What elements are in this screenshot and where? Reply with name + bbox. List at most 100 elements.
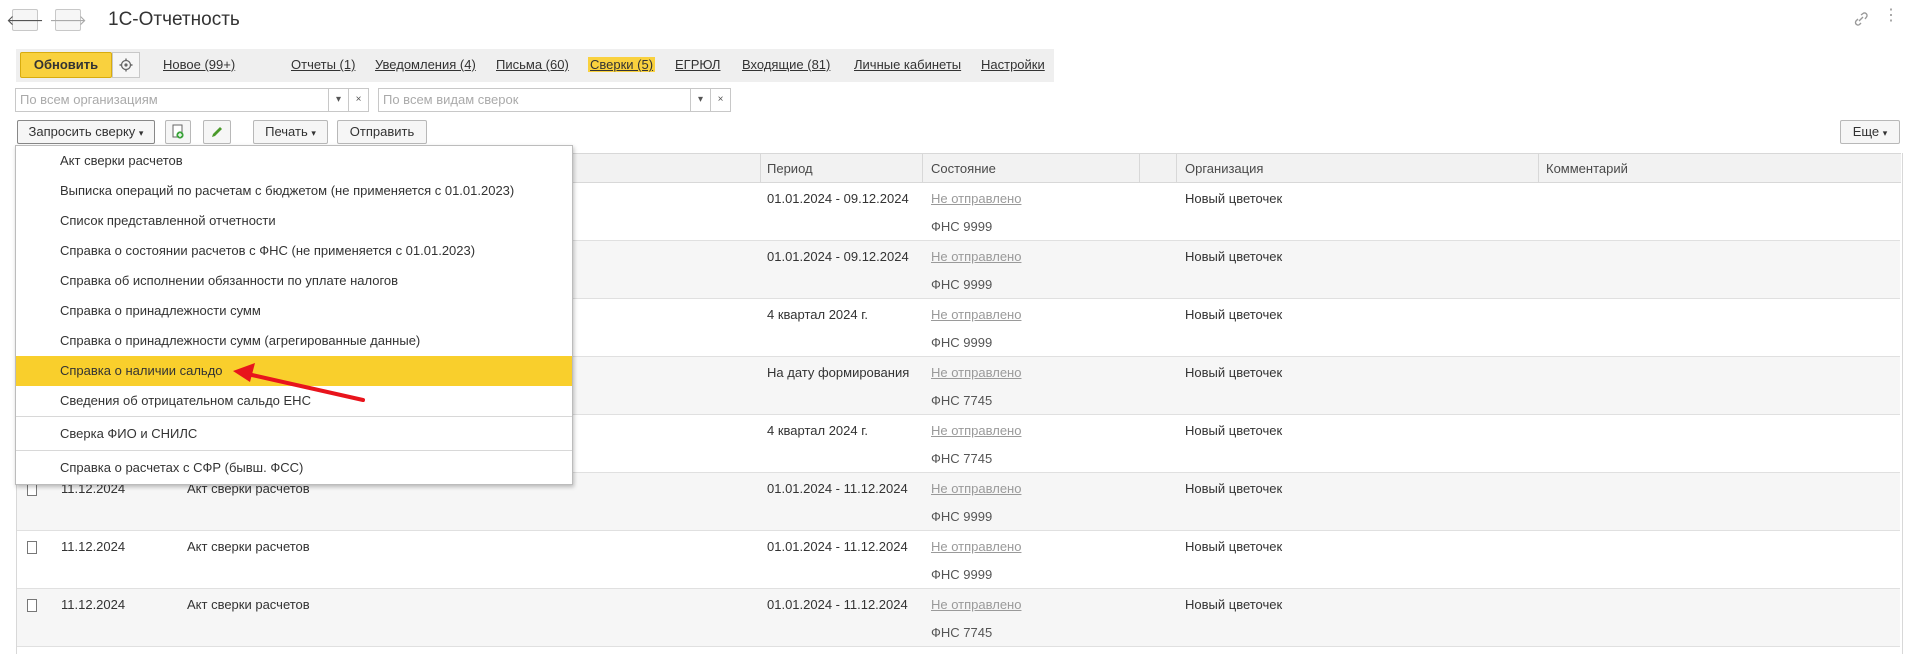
tab-letters[interactable]: Письма (60) [496, 57, 569, 72]
tab-reconciliations[interactable]: Сверки (5) [588, 57, 656, 72]
gear-icon [119, 58, 133, 72]
chevron-down-icon: ▾ [697, 94, 704, 105]
organization-filter-dropdown[interactable]: ▾ [328, 88, 349, 112]
tab-new[interactable]: Новое (99+) [163, 57, 235, 72]
menu-divider [16, 416, 572, 417]
cell-authority: ФНС 9999 [931, 567, 993, 582]
cell-period: 4 квартал 2024 г. [767, 423, 868, 438]
request-reconciliation-button[interactable]: Запросить сверку ▾ [17, 120, 155, 144]
cell-status-link[interactable]: Не отправлено [931, 249, 1021, 264]
chevron-down-icon: ▾ [335, 94, 342, 105]
update-button[interactable]: Обновить [20, 52, 112, 78]
column-divider [922, 153, 923, 183]
column-header-organization[interactable]: Организация [1185, 161, 1263, 176]
tab-notifications[interactable]: Уведомления (4) [375, 57, 476, 72]
cell-organization: Новый цветочек [1185, 191, 1283, 206]
send-button[interactable]: Отправить [337, 120, 427, 144]
cell-authority: ФНС 7745 [931, 625, 993, 640]
cell-period: 01.01.2024 - 11.12.2024 [767, 481, 908, 496]
cell-organization: Новый цветочек [1185, 597, 1283, 612]
window-title: 1С-Отчетность [108, 9, 240, 30]
edit-button[interactable] [203, 120, 231, 144]
cell-authority: ФНС 9999 [931, 219, 993, 234]
tab-egrul[interactable]: ЕГРЮЛ [675, 57, 720, 72]
arrow-right-icon: 🡒 [49, 11, 87, 28]
reconciliation-type-clear[interactable]: × [710, 88, 731, 112]
cell-document: Акт сверки расчетов [187, 539, 310, 554]
menu-item[interactable]: Сверка ФИО и СНИЛС [16, 419, 572, 449]
cell-status-link[interactable]: Не отправлено [931, 191, 1021, 206]
menu-item[interactable]: Выписка операций по расчетам с бюджетом … [16, 176, 572, 206]
more-button[interactable]: Еще ▾ [1840, 120, 1900, 144]
cell-period: 01.01.2024 - 11.12.2024 [767, 597, 908, 612]
cell-authority: ФНС 7745 [931, 393, 993, 408]
cell-authority: ФНС 7745 [931, 451, 993, 466]
column-divider [1176, 153, 1177, 183]
column-header-status[interactable]: Состояние [931, 161, 996, 176]
cell-authority: ФНС 9999 [931, 509, 993, 524]
column-header-period[interactable]: Период [767, 161, 813, 176]
cell-document: Акт сверки расчетов [187, 597, 310, 612]
cell-organization: Новый цветочек [1185, 423, 1283, 438]
column-divider [1538, 153, 1539, 183]
cell-period: 4 квартал 2024 г. [767, 307, 868, 322]
settings-button[interactable] [112, 52, 140, 78]
cell-date: 11.12.2024 [61, 539, 126, 554]
chevron-down-icon: ▾ [138, 128, 144, 138]
cell-period: 01.01.2024 - 09.12.2024 [767, 191, 909, 206]
link-icon[interactable] [1852, 10, 1870, 31]
menu-item[interactable]: Справка о состоянии расчетов с ФНС (не п… [16, 236, 572, 266]
column-header-comment[interactable]: Комментарий [1546, 161, 1628, 176]
menu-item[interactable]: Акт сверки расчетов [16, 146, 572, 176]
reconciliation-type-filter[interactable]: По всем видам сверок [378, 88, 692, 112]
cell-period: 01.01.2024 - 09.12.2024 [767, 249, 909, 264]
annotation-arrow-icon [233, 363, 365, 402]
menu-item[interactable]: Список представленной отчетности [16, 206, 572, 236]
tab-reports[interactable]: Отчеты (1) [291, 57, 355, 72]
cell-status-link[interactable]: Не отправлено [931, 423, 1021, 438]
back-button[interactable]: 🡐 [6, 9, 44, 31]
more-vertical-icon[interactable]: ⋮ [1883, 8, 1899, 24]
cell-period: 01.01.2024 - 11.12.2024 [767, 539, 908, 554]
cell-authority: ФНС 9999 [931, 335, 993, 350]
cell-status-link[interactable]: Не отправлено [931, 307, 1021, 322]
add-document-icon [172, 124, 184, 139]
tab-incoming[interactable]: Входящие (81) [742, 57, 830, 72]
cell-status-link[interactable]: Не отправлено [931, 481, 1021, 496]
print-button[interactable]: Печать ▾ [253, 120, 328, 144]
organization-filter[interactable]: По всем организациям [15, 88, 329, 112]
reconciliation-type-dropdown[interactable]: ▾ [690, 88, 711, 112]
cell-status-link[interactable]: Не отправлено [931, 539, 1021, 554]
cell-organization: Новый цветочек [1185, 365, 1283, 380]
forward-button[interactable]: 🡒 [49, 9, 87, 31]
add-file-button[interactable] [165, 120, 191, 144]
cell-organization: Новый цветочек [1185, 539, 1283, 554]
print-label: Печать [265, 124, 308, 139]
cell-period: На дату формирования [767, 365, 910, 380]
arrow-left-icon: 🡐 [6, 11, 44, 28]
tab-personal-accounts[interactable]: Личные кабинеты [854, 57, 961, 72]
menu-item[interactable]: Справка о принадлежности сумм (агрегиров… [16, 326, 572, 356]
organization-filter-clear[interactable]: × [348, 88, 369, 112]
menu-item[interactable]: Справка об исполнении обязанности по упл… [16, 266, 572, 296]
cell-organization: Новый цветочек [1185, 307, 1283, 322]
close-icon: × [717, 94, 724, 105]
cell-status-link[interactable]: Не отправлено [931, 597, 1021, 612]
column-divider [1139, 153, 1140, 183]
cell-organization: Новый цветочек [1185, 481, 1283, 496]
cell-status-link[interactable]: Не отправлено [931, 365, 1021, 380]
cell-date: 11.12.2024 [61, 597, 126, 612]
tab-settings[interactable]: Настройки [981, 57, 1045, 72]
column-divider [760, 153, 761, 183]
menu-item[interactable]: Справка о расчетах с СФР (бывш. ФСС) [16, 453, 572, 483]
pencil-icon [212, 127, 222, 137]
cell-organization: Новый цветочек [1185, 249, 1283, 264]
chevron-down-icon: ▾ [1882, 128, 1888, 138]
close-icon: × [355, 94, 362, 105]
request-reconciliation-label: Запросить сверку [28, 124, 136, 139]
chevron-down-icon: ▾ [311, 128, 316, 138]
document-icon [27, 599, 37, 612]
menu-item[interactable]: Справка о принадлежности сумм [16, 296, 572, 326]
document-icon [27, 541, 37, 554]
menu-divider [16, 450, 572, 451]
